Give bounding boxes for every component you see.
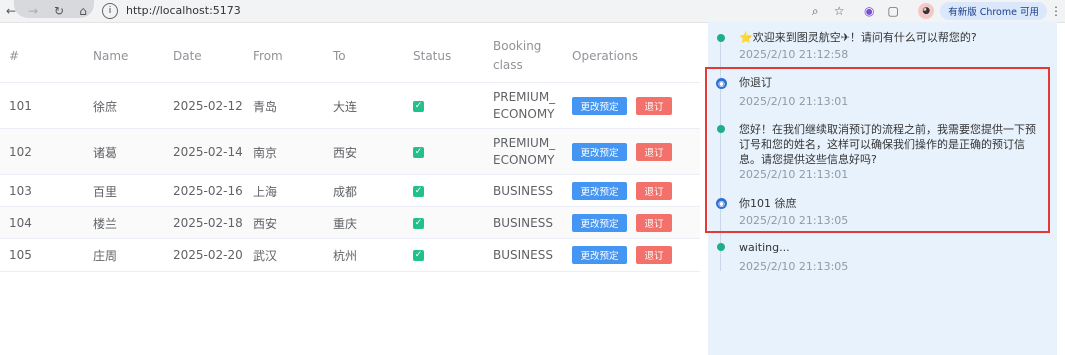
cancel-booking-button[interactable]: 退订 <box>636 97 672 115</box>
status-check-icon: ✓ <box>413 100 424 112</box>
cell-booking-class: PREMIUM_ ECONOMY <box>493 136 556 167</box>
header-status: Status <box>413 49 452 63</box>
cancel-booking-button[interactable]: 退订 <box>636 214 672 232</box>
cell-id: 103 <box>9 184 32 198</box>
status-check-icon: ✓ <box>413 146 424 158</box>
message-text: waiting... <box>739 241 790 254</box>
url-text: http://localhost:5173 <box>126 4 241 17</box>
status-check-icon: ✓ <box>413 185 424 197</box>
table-row: 102 诸葛 2025-02-14 南京 西安 ✓ PREMIUM_ ECONO… <box>0 128 700 175</box>
status-check-icon: ✓ <box>413 249 424 261</box>
table-header: # Name Date From To Status Booking class… <box>0 30 700 82</box>
cell-from: 青岛 <box>253 99 278 114</box>
cell-booking-class: PREMIUM_ ECONOMY <box>493 90 556 121</box>
header-id: # <box>9 49 20 63</box>
header-from: From <box>253 49 283 63</box>
message-time: 2025/2/10 21:12:58 <box>739 48 849 61</box>
cell-booking-class: BUSINESS <box>493 215 553 230</box>
cell-id: 105 <box>9 248 32 262</box>
cell-date: 2025-02-12 <box>173 99 243 113</box>
highlight-box <box>705 67 1050 233</box>
cell-booking-class: BUSINESS <box>493 247 553 262</box>
header-date: Date <box>173 49 202 63</box>
cancel-booking-button[interactable]: 退订 <box>636 182 672 200</box>
profile-icon[interactable]: ◕ <box>918 3 935 19</box>
cell-name: 楼兰 <box>93 216 118 231</box>
change-booking-button[interactable]: 更改预定 <box>572 214 627 232</box>
header-to: To <box>333 49 346 63</box>
chat-scrollbar[interactable] <box>1050 28 1057 348</box>
address-bar[interactable]: i http://localhost:5173 <box>102 2 802 19</box>
reload-icon[interactable]: ↻ <box>50 2 68 20</box>
message-text: ⭐欢迎来到图灵航空✈！请问有什么可以帮您的? <box>739 31 977 44</box>
forward-icon[interactable]: → <box>24 2 42 20</box>
cell-date: 2025-02-18 <box>173 216 243 230</box>
cell-from: 西安 <box>253 216 278 231</box>
cell-booking-class: BUSINESS <box>493 183 553 198</box>
home-icon[interactable]: ⌂ <box>74 2 92 20</box>
header-booking-class: Booking class <box>493 39 542 72</box>
cell-to: 西安 <box>333 145 358 160</box>
cancel-booking-button[interactable]: 退订 <box>636 143 672 161</box>
table-row: 105 庄周 2025-02-20 武汉 杭州 ✓ BUSINESS 更改预定 … <box>0 238 700 272</box>
cancel-booking-button[interactable]: 退订 <box>636 246 672 264</box>
table-row: 104 楼兰 2025-02-18 西安 重庆 ✓ BUSINESS 更改预定 … <box>0 206 700 239</box>
cell-name: 徐庶 <box>93 99 118 114</box>
star-icon[interactable]: ☆ <box>830 2 848 20</box>
browser-toolbar: ← → ↻ ⌂ i http://localhost:5173 ⌕ ☆ ◉ ▢ … <box>0 0 1065 23</box>
cell-from: 武汉 <box>253 248 278 263</box>
info-icon[interactable]: i <box>102 2 118 19</box>
cell-name: 百里 <box>93 184 118 199</box>
zoom-icon[interactable]: ⌕ <box>806 2 824 20</box>
change-booking-button[interactable]: 更改预定 <box>572 246 627 264</box>
cell-id: 101 <box>9 99 32 113</box>
change-booking-button[interactable]: 更改预定 <box>572 143 627 161</box>
cell-from: 上海 <box>253 184 278 199</box>
cell-date: 2025-02-14 <box>173 145 243 159</box>
table-row: 103 百里 2025-02-16 上海 成都 ✓ BUSINESS 更改预定 … <box>0 174 700 207</box>
back-icon[interactable]: ← <box>2 2 20 20</box>
cell-date: 2025-02-16 <box>173 184 243 198</box>
cell-date: 2025-02-20 <box>173 248 243 262</box>
puzzle-icon[interactable]: ▢ <box>884 2 902 20</box>
assistant-dot-icon <box>717 243 725 251</box>
extension-icon[interactable]: ◉ <box>860 2 878 20</box>
status-check-icon: ✓ <box>413 217 424 229</box>
header-name: Name <box>93 49 129 63</box>
cell-id: 102 <box>9 145 32 159</box>
cell-to: 成都 <box>333 184 358 199</box>
cell-id: 104 <box>9 216 32 230</box>
cell-name: 庄周 <box>93 248 118 263</box>
header-operations: Operations <box>572 49 638 63</box>
change-booking-button[interactable]: 更改预定 <box>572 97 627 115</box>
chrome-update-pill[interactable]: 有新版 Chrome 可用 <box>940 2 1047 20</box>
cell-from: 南京 <box>253 145 278 160</box>
cell-to: 重庆 <box>333 216 358 231</box>
cell-name: 诸葛 <box>93 145 118 160</box>
message-time: 2025/2/10 21:13:05 <box>739 260 849 273</box>
menu-icon[interactable]: ⋮ <box>1050 2 1062 20</box>
change-booking-button[interactable]: 更改预定 <box>572 182 627 200</box>
table-row: 101 徐庶 2025-02-12 青岛 大连 ✓ PREMIUM_ ECONO… <box>0 82 700 129</box>
cell-to: 杭州 <box>333 248 358 263</box>
cell-to: 大连 <box>333 99 358 114</box>
assistant-dot-icon <box>717 34 725 42</box>
